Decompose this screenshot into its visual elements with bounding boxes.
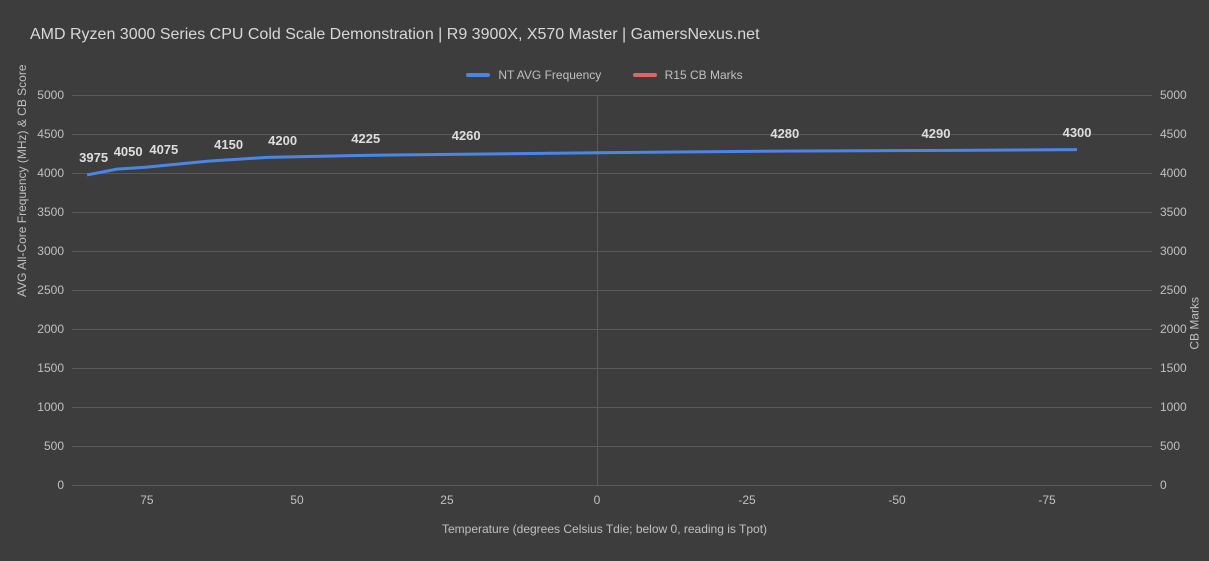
data-label: 4260 bbox=[452, 128, 481, 143]
x-tick: 50 bbox=[290, 493, 303, 507]
data-label: 4150 bbox=[214, 137, 243, 152]
y-tick-left: 3500 bbox=[37, 205, 64, 219]
data-label: 4300 bbox=[1063, 125, 1092, 140]
x-tick: -75 bbox=[1038, 493, 1055, 507]
y-tick-right: 3500 bbox=[1160, 205, 1187, 219]
legend-item-series1: NT AVG Frequency bbox=[466, 68, 601, 82]
data-label: 3975 bbox=[79, 150, 108, 165]
y-tick-left: 4500 bbox=[37, 127, 64, 141]
y-tick-left: 2000 bbox=[37, 322, 64, 336]
x-tick: 0 bbox=[594, 493, 601, 507]
x-tick: 25 bbox=[440, 493, 453, 507]
data-label: 4050 bbox=[114, 144, 143, 159]
y-tick-left: 5000 bbox=[37, 88, 64, 102]
x-tick: 75 bbox=[140, 493, 153, 507]
chart-container: AMD Ryzen 3000 Series CPU Cold Scale Dem… bbox=[0, 0, 1209, 561]
x-tick: -25 bbox=[738, 493, 755, 507]
y-tick-right: 4000 bbox=[1160, 166, 1187, 180]
y-axis-label-right: CB Marks bbox=[1188, 297, 1202, 350]
legend-label-2: R15 CB Marks bbox=[665, 68, 743, 82]
legend-label-1: NT AVG Frequency bbox=[498, 68, 601, 82]
y-tick-right: 5000 bbox=[1160, 88, 1187, 102]
legend: NT AVG Frequency R15 CB Marks bbox=[0, 66, 1209, 82]
y-tick-right: 4500 bbox=[1160, 127, 1187, 141]
gridline-h bbox=[72, 485, 1152, 486]
data-label: 4200 bbox=[268, 133, 297, 148]
y-tick-right: 3000 bbox=[1160, 244, 1187, 258]
legend-swatch-2 bbox=[633, 73, 657, 77]
y-tick-left: 2500 bbox=[37, 283, 64, 297]
y-tick-left: 3000 bbox=[37, 244, 64, 258]
y-tick-left: 4000 bbox=[37, 166, 64, 180]
data-label: 4290 bbox=[922, 126, 951, 141]
y-tick-right: 1500 bbox=[1160, 361, 1187, 375]
chart-title: AMD Ryzen 3000 Series CPU Cold Scale Dem… bbox=[30, 26, 760, 44]
x-axis-label: Temperature (degrees Celsius Tdie; below… bbox=[0, 522, 1209, 536]
y-tick-right: 2500 bbox=[1160, 283, 1187, 297]
y-tick-right: 0 bbox=[1160, 478, 1167, 492]
y-tick-left: 1000 bbox=[37, 400, 64, 414]
data-label: 4225 bbox=[351, 131, 380, 146]
y-axis-label-left: AVG All-Core Frequency (MHz) & CB Score bbox=[15, 64, 29, 297]
plot-area: 0050050010001000150015002000200025002500… bbox=[72, 95, 1152, 485]
x-tick: -50 bbox=[888, 493, 905, 507]
y-tick-right: 500 bbox=[1160, 439, 1180, 453]
chart-line-svg bbox=[72, 95, 1152, 485]
y-tick-right: 1000 bbox=[1160, 400, 1187, 414]
data-label: 4280 bbox=[770, 126, 799, 141]
y-tick-left: 1500 bbox=[37, 361, 64, 375]
data-label: 4075 bbox=[149, 142, 178, 157]
y-tick-left: 500 bbox=[44, 439, 64, 453]
legend-item-series2: R15 CB Marks bbox=[633, 68, 743, 82]
y-tick-right: 2000 bbox=[1160, 322, 1187, 336]
y-tick-left: 0 bbox=[57, 478, 64, 492]
legend-swatch-1 bbox=[466, 73, 490, 77]
